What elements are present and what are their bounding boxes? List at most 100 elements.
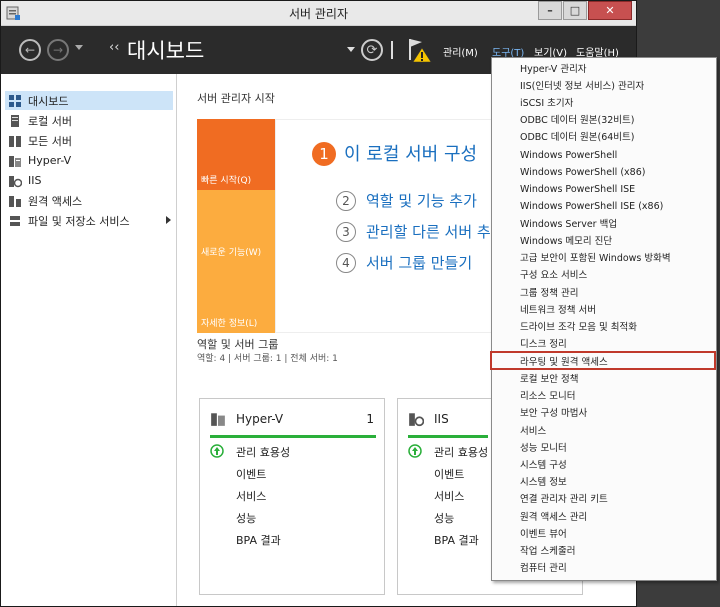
server-icon — [11, 114, 19, 127]
sidebar-item-hyperv[interactable]: Hyper-V — [5, 151, 173, 170]
sidebar-item-label: Hyper-V — [28, 154, 72, 167]
sidebar-item-label: 로컬 서버 — [28, 114, 72, 128]
breadcrumb-dropdown-icon[interactable] — [347, 47, 355, 52]
card-row-performance[interactable]: 성능 — [236, 510, 256, 526]
tools-menu-item[interactable]: Windows PowerShell ISE (x86) — [520, 199, 663, 214]
expand-arrow-icon[interactable] — [166, 216, 171, 224]
sidebar-item-iis[interactable]: IIS — [5, 171, 173, 190]
status-bar — [408, 435, 488, 438]
sidebar-item-local-server[interactable]: 로컬 서버 — [5, 111, 173, 130]
tools-menu-item[interactable]: Hyper-V 관리자 — [520, 62, 587, 77]
title-bar: 서버 관리자 – □ ✕ — [1, 1, 636, 26]
menu-manage[interactable]: 관리(M) — [443, 44, 478, 59]
highlight-annotation — [490, 351, 716, 370]
tile-label: 자세한 정보(L) — [201, 319, 258, 329]
tools-menu-item[interactable]: 연결 관리자 관리 키트 — [520, 492, 608, 507]
tools-menu-item[interactable]: 리소스 모니터 — [520, 389, 575, 404]
refresh-icon[interactable]: ⟳ — [361, 39, 383, 61]
breadcrumb-arrows-icon: ‹‹ — [109, 40, 120, 55]
tile-whats-new[interactable]: 새로운 기능(W) — [197, 190, 275, 262]
back-button[interactable]: ← — [19, 39, 41, 61]
tools-menu-item[interactable]: 시스템 구성 — [520, 458, 567, 473]
sidebar-item-file-storage[interactable]: 파일 및 저장소 서비스 — [5, 211, 173, 230]
tools-menu-item[interactable]: Windows Server 백업 — [520, 217, 617, 232]
tools-menu-item[interactable]: 컴퓨터 관리 — [520, 561, 567, 576]
header-divider — [391, 41, 393, 59]
hyperv-icon — [211, 413, 225, 426]
tools-menu-item[interactable]: 디스크 정리 — [520, 337, 567, 352]
card-row-events[interactable]: 이벤트 — [236, 466, 266, 482]
tools-menu-item[interactable]: Windows PowerShell — [520, 148, 617, 163]
tools-menu-item[interactable]: IIS(인터넷 정보 서비스) 관리자 — [520, 79, 644, 94]
card-title: IIS — [434, 412, 449, 426]
sidebar-item-label: 모든 서버 — [28, 134, 72, 148]
tools-menu-item[interactable]: 성능 모니터 — [520, 441, 567, 456]
tools-menu-item[interactable]: ODBC 데이터 원본(32비트) — [520, 113, 635, 128]
card-row-events[interactable]: 이벤트 — [434, 466, 464, 482]
tile-label: 빠른 시작(Q) — [201, 176, 252, 186]
tools-menu-item[interactable]: 시스템 정보 — [520, 475, 567, 490]
tile-learn-more[interactable]: 자세한 정보(L) — [197, 262, 275, 333]
tools-menu-item[interactable]: ODBC 데이터 원본(64비트) — [520, 130, 635, 145]
card-title: Hyper-V — [236, 412, 284, 426]
card-row-services[interactable]: 서비스 — [434, 488, 464, 504]
tools-menu-item[interactable]: iSCSI 초기자 — [520, 96, 573, 111]
tools-menu-item[interactable]: Windows 메모리 진단 — [520, 234, 612, 249]
card-count: 1 — [366, 412, 374, 426]
iis-icon — [9, 175, 22, 187]
tools-menu-item[interactable]: 구성 요소 서비스 — [520, 268, 587, 283]
notification-flag-icon[interactable] — [405, 36, 435, 64]
step-number: 1 — [312, 142, 336, 166]
link-add-servers[interactable]: 관리할 다른 서버 추 — [366, 221, 491, 242]
servers-icon — [9, 135, 21, 147]
roles-title: 역할 및 서버 그룹 — [197, 338, 279, 351]
role-card-hyperv[interactable]: Hyper-V 1 관리 효용성 이벤트 서비스 성능 BPA 결과 — [199, 398, 385, 595]
link-configure-local-server[interactable]: 이 로컬 서버 구성 — [344, 140, 477, 166]
sidebar-item-all-servers[interactable]: 모든 서버 — [5, 131, 173, 150]
tile-quick-start[interactable]: 빠른 시작(Q) — [197, 119, 275, 190]
sidebar-item-dashboard[interactable]: 대시보드 — [5, 91, 173, 110]
dashboard-icon — [9, 94, 21, 107]
link-add-roles[interactable]: 역할 및 기능 추가 — [366, 190, 477, 211]
tools-menu-item[interactable]: 네트워크 정책 서버 — [520, 303, 596, 318]
forward-button[interactable]: → — [47, 39, 69, 61]
remote-access-icon — [9, 195, 21, 207]
card-row-bpa[interactable]: BPA 결과 — [434, 532, 479, 548]
iis-icon — [409, 413, 424, 427]
tools-menu-item[interactable]: 보안 구성 마법사 — [520, 406, 587, 421]
quick-start-panel: 1 이 로컬 서버 구성 2 역할 및 기능 추가 3 관리할 다른 서버 추 … — [275, 119, 497, 333]
tools-menu-item[interactable]: 그룹 정책 관리 — [520, 286, 578, 301]
tools-menu-item[interactable]: 고급 보안이 포함된 Windows 방화벽 — [520, 251, 671, 266]
history-dropdown-icon[interactable] — [75, 45, 83, 50]
step-number: 2 — [336, 191, 356, 211]
card-row-bpa[interactable]: BPA 결과 — [236, 532, 281, 548]
step-number: 4 — [336, 253, 356, 273]
storage-icon — [10, 215, 20, 226]
welcome-title: 서버 관리자 시작 — [197, 92, 275, 105]
card-row-manageability[interactable]: 관리 효용성 — [236, 444, 290, 460]
tools-menu-item[interactable]: 드라이브 조각 모음 및 최적화 — [520, 320, 637, 335]
minimize-button[interactable]: – — [538, 1, 562, 20]
hyperv-icon — [9, 155, 21, 167]
breadcrumb-title: 대시보드 — [127, 39, 205, 63]
sidebar-item-remote-access[interactable]: 원격 액세스 — [5, 191, 173, 210]
tile-label: 새로운 기능(W) — [201, 248, 262, 258]
tools-menu-item[interactable]: 로컬 보안 정책 — [520, 372, 578, 387]
close-button[interactable]: ✕ — [588, 1, 632, 20]
maximize-button[interactable]: □ — [563, 1, 587, 20]
tools-menu-item[interactable]: 서비스 — [520, 424, 546, 439]
tools-menu-item[interactable]: 이벤트 뷰어 — [520, 527, 567, 542]
tools-menu-item[interactable]: Windows PowerShell (x86) — [520, 165, 645, 180]
sidebar-item-label: 원격 액세스 — [28, 194, 83, 208]
tools-menu-item[interactable]: 원격 액세스 관리 — [520, 510, 587, 525]
card-row-manageability[interactable]: 관리 효용성 — [434, 444, 488, 460]
tools-menu-item[interactable]: Windows PowerShell ISE — [520, 182, 635, 197]
card-row-services[interactable]: 서비스 — [236, 488, 266, 504]
link-create-server-group[interactable]: 서버 그룹 만들기 — [366, 252, 472, 273]
status-bar — [210, 435, 376, 438]
tools-menu-item[interactable]: 작업 스케줄러 — [520, 544, 575, 559]
status-ok-icon — [408, 444, 422, 458]
welcome-tile: 빠른 시작(Q) 새로운 기능(W) 자세한 정보(L) 1 이 로컬 서버 구… — [197, 119, 497, 333]
card-row-performance[interactable]: 성능 — [434, 510, 454, 526]
step-number: 3 — [336, 222, 356, 242]
